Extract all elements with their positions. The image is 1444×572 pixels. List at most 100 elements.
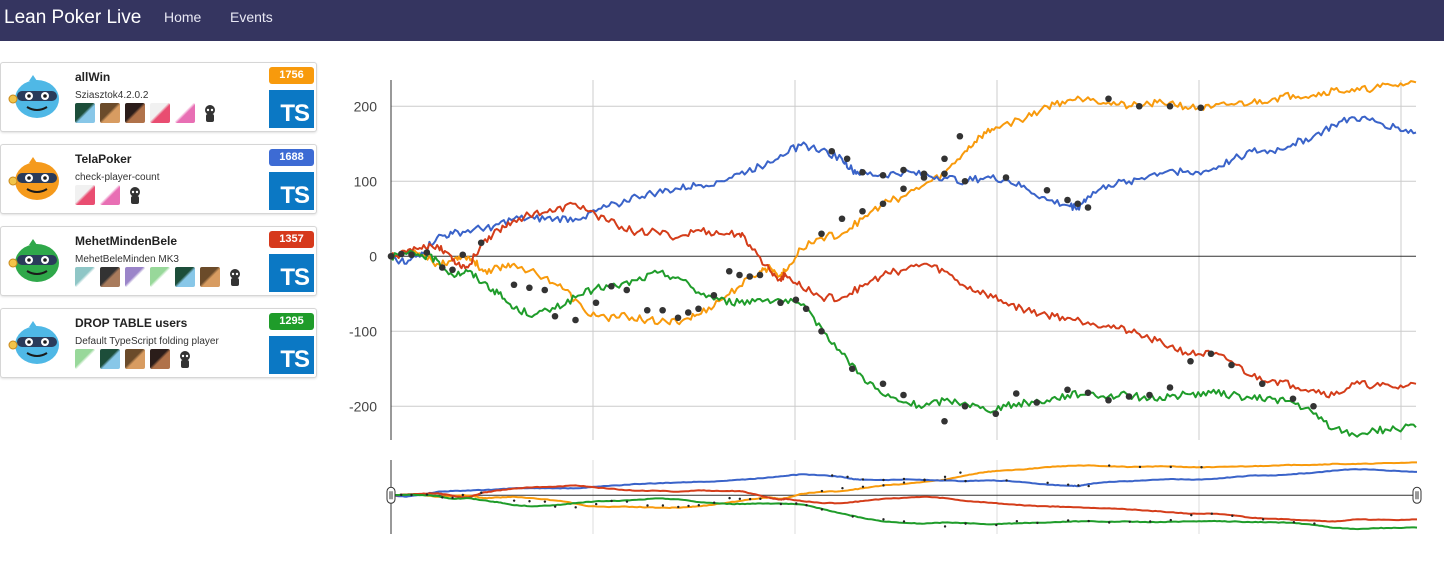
navigator-marker-point [902, 520, 906, 523]
contributor-avatar[interactable] [100, 103, 120, 123]
navigator-marker-point [1046, 481, 1049, 485]
contributor-avatar[interactable] [150, 349, 170, 369]
navigator-marker-point [1200, 466, 1203, 469]
navigator-marker-point [574, 506, 577, 509]
brand-title[interactable]: Lean Poker Live [4, 7, 141, 29]
hand-marker-point [736, 271, 743, 279]
hand-marker-point [1310, 402, 1317, 410]
navigator-marker-point [861, 478, 865, 481]
navigator-marker-point [1128, 520, 1131, 523]
navigator-marker-point [1108, 464, 1111, 467]
contributor-avatar[interactable] [125, 267, 145, 287]
team-card[interactable]: MehetMindenBele MehetBeleMinden MK3 1357 TS [0, 226, 317, 296]
contributor-avatar[interactable] [200, 267, 220, 287]
hand-marker-point [941, 170, 948, 178]
contributor-avatar[interactable] [75, 103, 95, 123]
hand-marker-point [541, 286, 549, 294]
contributor-avatar[interactable] [100, 349, 120, 369]
hand-marker-point [1043, 186, 1051, 194]
y-tick-label: 0 [369, 248, 377, 264]
hand-marker-point [510, 281, 518, 289]
y-tick-label: 100 [354, 173, 378, 189]
hand-marker-point [1135, 102, 1143, 110]
nav-link-events[interactable]: Events [230, 9, 273, 25]
hand-marker-point [423, 249, 431, 256]
nav-link-home[interactable]: Home [164, 9, 201, 25]
hand-marker-point [828, 147, 836, 155]
contributor-avatar[interactable] [150, 103, 170, 123]
hand-marker-point [397, 250, 405, 258]
navigator-marker-point [1087, 519, 1090, 523]
navigator-marker-point [595, 502, 598, 506]
contributor-avatar[interactable] [100, 185, 120, 205]
hand-marker-point [802, 305, 810, 313]
navigator-marker-point [846, 475, 849, 479]
navigator-marker-point [820, 508, 824, 511]
contributor-avatar[interactable] [125, 103, 145, 123]
team-version-label: MehetBeleMinden MK3 [75, 254, 179, 265]
contributor-avatar[interactable] [175, 103, 195, 123]
hand-marker-point [1187, 357, 1194, 365]
navigator-marker-point [461, 493, 465, 497]
contributor-avatar[interactable] [150, 267, 170, 287]
typescript-icon: TS [269, 172, 314, 210]
navigator-marker-point [851, 515, 854, 518]
navigator-marker-point [697, 504, 700, 507]
top-navbar: Lean Poker Live Home Events [0, 0, 1444, 41]
contributor-avatar[interactable] [75, 349, 95, 369]
score-badge: 1357 [269, 231, 314, 248]
typescript-icon: TS [269, 90, 314, 128]
navigator-marker-point [902, 481, 906, 484]
navigator-marker-point [1066, 483, 1070, 486]
score-chart: 200 100 0 -100 -200 [349, 80, 1417, 440]
github-octocat-icon[interactable] [125, 185, 145, 205]
navigator-marker-point [795, 502, 798, 505]
hand-marker-point [1084, 389, 1092, 397]
hand-marker-point [756, 271, 764, 279]
hand-marker-point [1228, 361, 1235, 369]
navigator-marker-point [882, 518, 885, 521]
navigator-marker-point [738, 497, 742, 501]
github-octocat-icon[interactable] [200, 103, 220, 123]
team-version-label: Sziasztok4.2.0.2 [75, 90, 149, 101]
hand-marker-point [477, 239, 485, 247]
github-octocat-icon[interactable] [175, 349, 195, 369]
hand-marker-point [900, 391, 907, 399]
contributor-avatar[interactable] [175, 267, 195, 287]
hand-marker-point [387, 252, 395, 260]
range-handle-right[interactable] [1412, 486, 1422, 504]
team-card[interactable]: TelaPoker check-player-count 1688 TS [0, 144, 317, 214]
navigator-marker-point [1292, 521, 1296, 524]
contributor-avatar[interactable] [75, 267, 95, 287]
hand-marker-point [1197, 104, 1205, 112]
navigator-marker-point [543, 500, 547, 503]
navigator-marker-point [425, 493, 429, 496]
navigator-marker-point [410, 493, 413, 497]
github-octocat-icon[interactable] [225, 267, 245, 287]
score-badge: 1688 [269, 149, 314, 166]
team-card[interactable]: allWin Sziasztok4.2.0.2 1756 TS [0, 62, 317, 132]
navigator-marker-point [1169, 518, 1172, 522]
navigator-marker-point [728, 496, 731, 500]
hand-marker-point [674, 314, 682, 322]
chart-range-navigator[interactable] [380, 456, 1430, 538]
navigator-marker-point [861, 485, 865, 488]
navigator-marker-point [1138, 465, 1142, 469]
hand-marker-point [818, 327, 825, 335]
navigator-marker-point [480, 491, 483, 494]
hand-marker-point [956, 132, 964, 140]
hand-marker-point [879, 380, 887, 388]
hand-marker-point [961, 177, 969, 185]
contributor-avatar[interactable] [100, 267, 120, 287]
navigator-marker-point [995, 523, 998, 527]
team-card[interactable]: DROP TABLE users Default TypeScript foldi… [0, 308, 317, 378]
hand-marker-point [961, 402, 969, 410]
contributor-avatar[interactable] [75, 185, 95, 205]
hand-marker-point [879, 171, 887, 179]
contributor-avatar[interactable] [125, 349, 145, 369]
range-handle-left[interactable] [386, 486, 396, 504]
team-name: TelaPoker [75, 152, 132, 166]
navigator-marker-point [943, 475, 947, 479]
hand-marker-point [859, 168, 866, 176]
navigator-marker-point [1087, 484, 1090, 488]
